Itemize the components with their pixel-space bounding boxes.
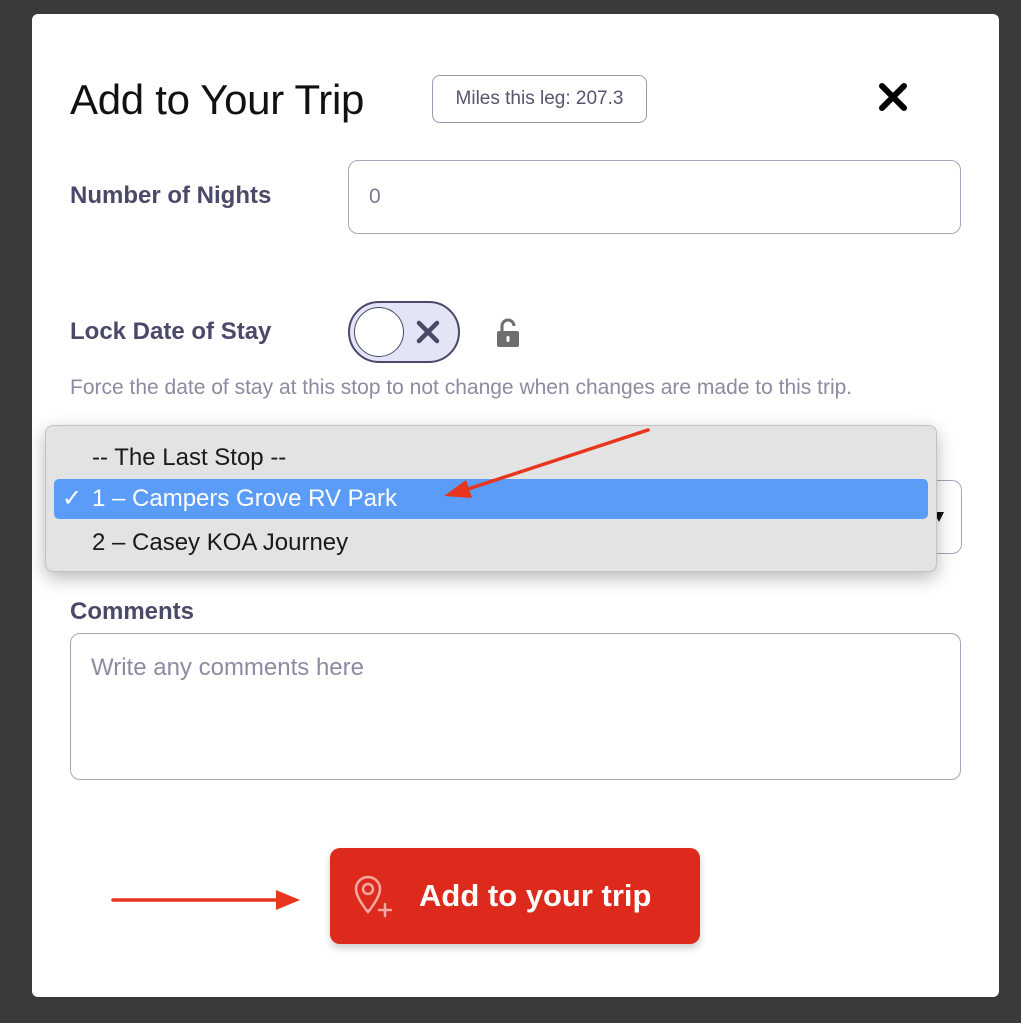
dropdown-option-campers-grove[interactable]: ✓ 1 – Campers Grove RV Park: [54, 479, 928, 519]
lock-date-toggle[interactable]: [348, 301, 460, 363]
comments-label: Comments: [70, 598, 195, 625]
add-to-trip-label: Add to your trip: [419, 878, 652, 913]
lock-date-label: Lock Date of Stay: [70, 318, 272, 345]
stop-select-dropdown: -- The Last Stop -- ✓ 1 – Campers Grove …: [45, 425, 937, 572]
close-button[interactable]: [874, 78, 912, 116]
check-icon: ✓: [62, 485, 83, 512]
lock-date-help: Force the date of stay at this stop to n…: [70, 376, 853, 399]
modal-title: Add to Your Trip: [70, 76, 365, 123]
option-label: 2 – Casey KOA Journey: [92, 529, 349, 556]
dropdown-option-last-stop[interactable]: -- The Last Stop --: [54, 438, 928, 478]
comments-textarea[interactable]: Write any comments here: [70, 633, 961, 780]
map-pin-plus-icon: [354, 875, 393, 918]
close-icon: [879, 83, 907, 111]
option-label: -- The Last Stop --: [92, 444, 287, 471]
nights-label: Number of Nights: [70, 182, 272, 209]
toggle-x-icon: [416, 320, 440, 344]
lock-open-icon: [497, 318, 519, 347]
option-label: 1 – Campers Grove RV Park: [92, 485, 398, 512]
toggle-knob: [354, 307, 404, 357]
nights-value: 0: [369, 185, 381, 208]
miles-leg-badge: Miles this leg: 207.3: [432, 75, 647, 123]
nights-input[interactable]: 0: [348, 160, 961, 234]
add-to-trip-button[interactable]: Add to your trip: [330, 848, 700, 944]
comments-placeholder: Write any comments here: [91, 654, 364, 681]
dropdown-option-casey-koa[interactable]: 2 – Casey KOA Journey: [54, 523, 928, 563]
